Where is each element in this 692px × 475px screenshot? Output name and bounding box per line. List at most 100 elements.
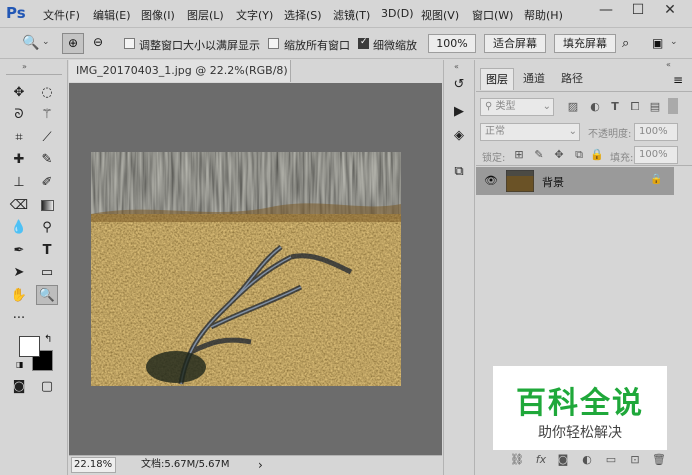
tab-layers[interactable]: 图层	[480, 68, 514, 90]
dodge-tool-icon[interactable]: ⚲	[36, 218, 58, 238]
type-tool-icon[interactable]: T	[36, 241, 58, 261]
new-layer-icon[interactable]: ⊡	[628, 453, 642, 466]
eraser-tool-icon[interactable]: ⌫	[8, 196, 30, 216]
pen-tool-icon[interactable]: ✒	[8, 241, 30, 261]
filter-adjustment-icon[interactable]: ◐	[588, 100, 602, 113]
menu-window[interactable]: 窗口(W)	[472, 7, 513, 23]
quick-mask-icon[interactable]: ◙	[8, 377, 30, 397]
menu-filter[interactable]: 滤镜(T)	[333, 7, 370, 23]
zoom-in-icon[interactable]: ⊕	[62, 33, 84, 54]
menu-layer[interactable]: 图层(L)	[187, 7, 224, 23]
toolbox-collapse-icon[interactable]: »	[22, 62, 27, 71]
menu-3d[interactable]: 3D(D)	[381, 7, 414, 20]
canvas-workspace[interactable]	[69, 83, 442, 455]
chevron-down-icon[interactable]: ⌄	[42, 37, 50, 47]
minimize-button[interactable]: —	[592, 0, 620, 20]
history-panel-icon[interactable]: ↺	[448, 75, 470, 95]
menu-type[interactable]: 文字(Y)	[236, 7, 273, 23]
more-tools-icon[interactable]: ···	[8, 309, 30, 329]
fill-screen-button[interactable]: 填充屏幕	[554, 34, 616, 53]
menu-image[interactable]: 图像(I)	[141, 7, 175, 23]
rectangle-tool-icon[interactable]: ▭	[36, 263, 58, 283]
swap-colors-icon[interactable]: ↰	[44, 334, 52, 345]
3d-panel-icon[interactable]: ◈	[448, 126, 470, 146]
panel-divider	[476, 165, 692, 166]
filter-kind-select[interactable]: ⚲ 类型 ⌄	[480, 98, 554, 116]
status-bar: 22.18% 文档:5.67M/5.67M ›	[69, 455, 442, 475]
zoom-out-icon[interactable]: ⊖	[88, 33, 108, 54]
history-brush-tool-icon[interactable]: ✐	[36, 173, 58, 193]
resize-windows-label: 调整窗口大小以满屏显示	[139, 39, 260, 52]
eyedropper-tool-icon[interactable]: ⟋	[36, 128, 58, 148]
magic-wand-tool-icon[interactable]: ⚚	[36, 105, 58, 125]
collapsed-panel-strip: « ↺ ▶ ◈ ⧉	[443, 60, 475, 475]
workspace-icon[interactable]: ▣	[652, 36, 663, 50]
default-colors-icon[interactable]: ◨	[16, 360, 24, 369]
zoom-tool-icon[interactable]: 🔍	[36, 285, 58, 305]
menu-file[interactable]: 文件(F)	[43, 7, 80, 23]
lock-image-icon[interactable]: ✎	[532, 148, 546, 161]
fx-icon[interactable]: fx	[534, 453, 548, 466]
lock-artboard-icon[interactable]: ⧉	[572, 148, 586, 162]
tab-channels[interactable]: 通道	[516, 68, 552, 90]
zoom-level[interactable]: 22.18%	[71, 457, 116, 473]
panel-collapse-icon[interactable]: «	[666, 60, 671, 69]
panel-menu-icon[interactable]: ≡	[673, 73, 683, 87]
document-tab[interactable]: IMG_20170403_1.jpg @ 22.2%(RGB/8) * ×	[69, 60, 291, 99]
resize-windows-checkbox[interactable]	[124, 38, 135, 49]
blend-mode-select[interactable]: 正常 ⌄	[480, 123, 580, 141]
fit-screen-button[interactable]: 适合屏幕	[484, 34, 546, 53]
maximize-button[interactable]: ☐	[624, 0, 652, 20]
menu-help[interactable]: 帮助(H)	[524, 7, 563, 23]
filter-shape-icon[interactable]: ⧠	[628, 100, 642, 114]
link-layers-icon[interactable]: ⛓	[510, 453, 524, 466]
layer-name[interactable]: 背景	[542, 174, 564, 190]
screen-mode-icon[interactable]: ▢	[36, 377, 58, 397]
filter-toggle[interactable]	[668, 98, 678, 114]
move-tool-icon[interactable]: ✥	[8, 83, 30, 103]
fill-field[interactable]: 100%	[634, 146, 678, 164]
properties-panel-icon[interactable]: ⧉	[448, 162, 470, 182]
menu-view[interactable]: 视图(V)	[421, 7, 459, 23]
adjustment-layer-icon[interactable]: ◐	[580, 453, 594, 466]
delete-layer-icon[interactable]: 🗑	[652, 453, 666, 466]
blur-tool-icon[interactable]: 💧	[8, 218, 30, 238]
blend-mode-label: 正常	[485, 126, 505, 137]
clone-stamp-tool-icon[interactable]: ⊥	[8, 173, 30, 193]
lock-transparent-icon[interactable]: ⊞	[512, 148, 526, 161]
actions-panel-icon[interactable]: ▶	[448, 102, 470, 122]
opacity-field[interactable]: 100%	[634, 123, 678, 141]
layer-row[interactable]: 👁 背景 🔒	[476, 167, 674, 195]
lasso-tool-icon[interactable]: ᘐ	[8, 105, 30, 125]
path-selection-tool-icon[interactable]: ➤	[8, 263, 30, 283]
zoom-all-windows-checkbox[interactable]	[268, 38, 279, 49]
healing-brush-tool-icon[interactable]: ✚	[8, 150, 30, 170]
brush-tool-icon[interactable]: ✎	[36, 150, 58, 170]
zoom-100-button[interactable]: 100%	[428, 34, 476, 53]
crop-tool-icon[interactable]: ⌗	[8, 128, 30, 148]
add-mask-icon[interactable]: ◙	[556, 453, 570, 466]
toolbox-divider	[6, 74, 62, 75]
menu-select[interactable]: 选择(S)	[284, 7, 322, 23]
close-button[interactable]: ✕	[656, 0, 684, 20]
tab-paths[interactable]: 路径	[554, 68, 590, 90]
new-group-icon[interactable]: ▭	[604, 453, 618, 466]
lock-position-icon[interactable]: ✥	[552, 148, 566, 161]
hand-tool-icon[interactable]: ✋	[8, 286, 30, 306]
strip-collapse-icon[interactable]: «	[454, 62, 459, 71]
workspace-chevron-icon[interactable]: ⌄	[670, 37, 678, 47]
gradient-tool-icon[interactable]	[36, 196, 58, 216]
foreground-color-swatch[interactable]	[19, 336, 40, 357]
menu-edit[interactable]: 编辑(E)	[93, 7, 131, 23]
filter-smart-object-icon[interactable]: ▤	[648, 100, 662, 113]
filter-pixel-icon[interactable]: ▨	[566, 100, 580, 113]
status-menu-arrow-icon[interactable]: ›	[258, 456, 263, 474]
lock-all-icon[interactable]: 🔒	[590, 148, 604, 161]
scrubby-zoom-checkbox[interactable]	[358, 37, 369, 49]
zoom-tool-preset-icon[interactable]: 🔍	[22, 35, 39, 51]
eye-icon[interactable]: 👁	[484, 174, 498, 187]
marquee-tool-icon[interactable]: ◌	[36, 83, 58, 103]
watermark-subtitle: 助你轻松解决	[538, 425, 622, 441]
filter-type-icon[interactable]: T	[608, 100, 622, 113]
search-icon[interactable]: ⌕	[622, 36, 629, 51]
